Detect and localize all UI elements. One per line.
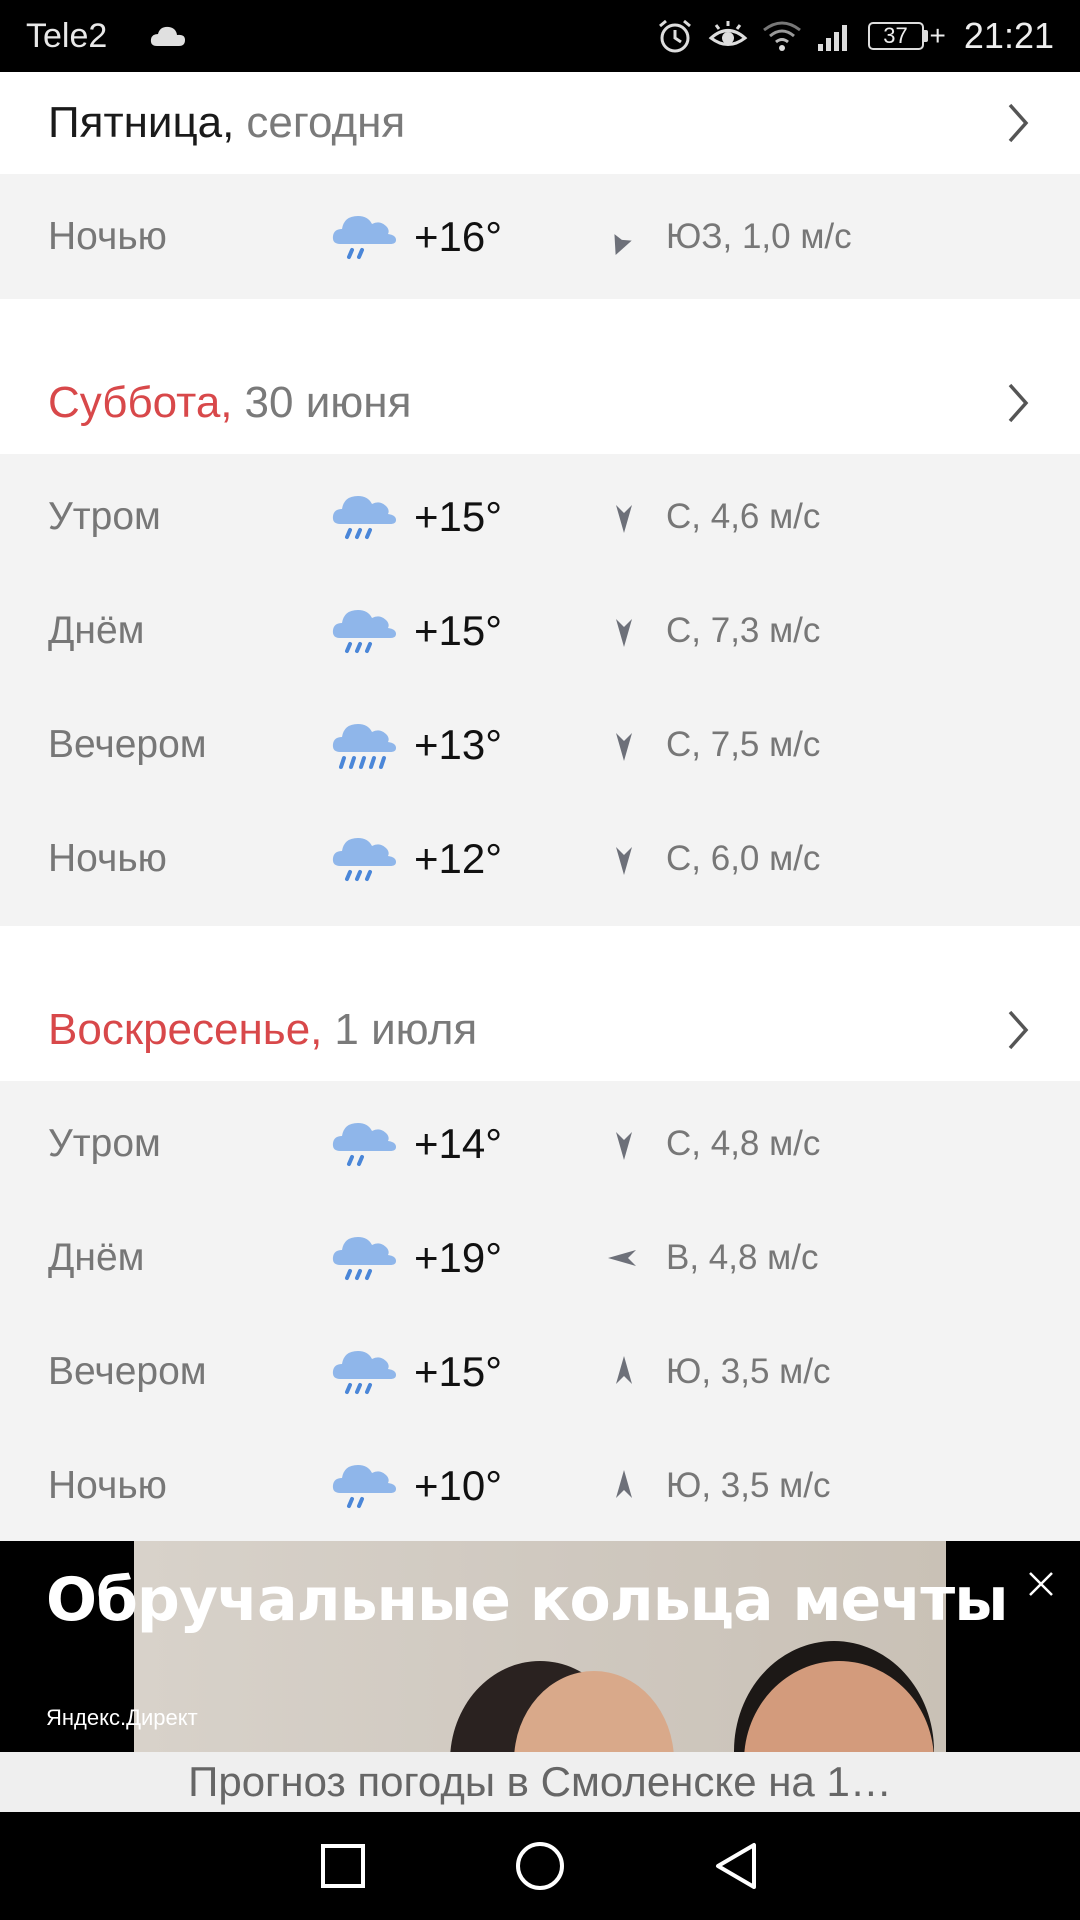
arrow-southwest-icon (614, 233, 632, 255)
period-label: Ночью (48, 214, 167, 258)
rain-cloud-icon (332, 610, 396, 653)
carrier-name: Tele2 (26, 16, 108, 55)
status-bar: Tele2 37 + 21:21 (0, 0, 1080, 72)
chevron-right-icon (1008, 103, 1029, 143)
temperature: +19° (414, 1234, 503, 1281)
period-label: Ночью (48, 1464, 167, 1507)
chevron-right-icon (1008, 1010, 1029, 1050)
temperature: +10° (414, 1462, 503, 1509)
period-row: Утром +15° С, 4,6 м/с (0, 460, 1080, 574)
arrow-left-icon (608, 1250, 636, 1266)
home-icon[interactable] (514, 1840, 566, 1892)
period-row: Ночью +10° Ю, 3,5 м/с (0, 1429, 1080, 1543)
temperature: +16° (414, 212, 503, 260)
period-label: Утром (48, 495, 161, 538)
period-label: Утром (48, 1122, 161, 1165)
temperature: +12° (414, 835, 503, 882)
temperature: +15° (414, 1348, 503, 1395)
wind-info: С, 4,8 м/с (666, 1124, 821, 1163)
period-label: Днём (48, 1236, 145, 1279)
rain-cloud-icon (332, 1351, 396, 1394)
ad-title: Обручальные кольца мечты (46, 1565, 1008, 1635)
rain-cloud-icon (332, 215, 396, 259)
chevron-right-icon (1008, 383, 1029, 423)
period-label: Вечером (48, 1350, 207, 1393)
temperature: +14° (414, 1120, 503, 1167)
wifi-icon (762, 21, 801, 51)
battery-indicator: 37 + (867, 20, 946, 52)
day-date: 30 июня (244, 378, 412, 427)
period-label: Днём (48, 609, 145, 652)
temperature: +15° (414, 607, 503, 654)
recents-icon[interactable] (320, 1843, 366, 1889)
wind-info: С, 4,6 м/с (666, 497, 821, 536)
wind-info: Ю, 3,5 м/с (666, 1466, 831, 1505)
battery-level: 37 (867, 22, 924, 50)
clock: 21:21 (963, 15, 1054, 56)
wind-info: ЮЗ, 1,0 м/с (666, 216, 852, 256)
day-header-sunday[interactable]: Воскресенье, 1 июля (0, 926, 1080, 1081)
day-header-saturday[interactable]: Суббота, 30 июня (0, 299, 1080, 454)
ad-source: Яндекс.Директ (46, 1705, 198, 1730)
rain-cloud-icon (332, 496, 396, 539)
forecast-list: Пятница, сегодня Ночью +16° ЮЗ, 1,0 м/с … (0, 72, 1080, 1553)
rain-cloud-icon (332, 1465, 396, 1508)
arrow-down-icon (616, 1132, 632, 1160)
wind-info: С, 7,5 м/с (666, 725, 821, 764)
navigation-bar (0, 1812, 1080, 1920)
period-label: Ночью (48, 837, 167, 880)
arrow-up-icon (616, 1356, 632, 1384)
period-row: Днём +19° В, 4,8 м/с (0, 1201, 1080, 1315)
signal-icon (817, 25, 847, 51)
arrow-down-icon (616, 847, 632, 875)
eye-comfort-icon (708, 21, 747, 46)
period-row: Вечером +13° С, 7,5 м/с (0, 688, 1080, 802)
alarm-icon (658, 19, 691, 53)
cloud-icon (151, 26, 186, 46)
rain-cloud-icon (332, 838, 396, 881)
charging-icon: + (929, 20, 946, 51)
day-header-friday[interactable]: Пятница, сегодня (0, 72, 1080, 174)
period-label: Вечером (48, 723, 207, 766)
wind-info: С, 7,3 м/с (666, 611, 821, 650)
period-row: Ночью +12° С, 6,0 м/с (0, 802, 1080, 916)
arrow-up-icon (616, 1470, 632, 1498)
temperature: +13° (414, 721, 503, 768)
wind-info: В, 4,8 м/с (666, 1238, 819, 1277)
day-date: 1 июля (334, 1005, 478, 1054)
arrow-down-icon (616, 505, 632, 533)
page-title-bar: Прогноз погоды в Смоленске на 1… (0, 1752, 1080, 1812)
rain-cloud-icon (332, 1123, 396, 1166)
day-periods: Утром +14° С, 4,8 м/с Днём +19° В, 4,8 м… (0, 1081, 1080, 1553)
period-row: Вечером +15° Ю, 3,5 м/с (0, 1315, 1080, 1429)
day-periods: Утром +15° С, 4,6 м/с Днём +15° С, 7,3 м… (0, 454, 1080, 926)
back-icon[interactable] (714, 1841, 760, 1891)
wind-info: С, 6,0 м/с (666, 839, 821, 878)
period-row: Днём +15° С, 7,3 м/с (0, 574, 1080, 688)
arrow-down-icon (616, 619, 632, 647)
period-row: Ночью +16° ЮЗ, 1,0 м/с (0, 174, 1080, 299)
wind-info: Ю, 3,5 м/с (666, 1352, 831, 1391)
temperature: +15° (414, 493, 503, 540)
arrow-down-icon (616, 733, 632, 761)
close-icon[interactable] (1028, 1571, 1054, 1597)
day-date: сегодня (246, 98, 406, 147)
day-periods: Ночью +16° ЮЗ, 1,0 м/с (0, 174, 1080, 299)
ad-banner[interactable]: Обручальные кольца мечты Яндекс.Директ (0, 1541, 1080, 1752)
rain-cloud-icon (332, 1237, 396, 1280)
heavy-rain-cloud-icon (332, 724, 396, 769)
period-row: Утром +14° С, 4,8 м/с (0, 1087, 1080, 1201)
day-name: Воскресенье, (48, 1005, 323, 1054)
day-name: Суббота, (48, 378, 233, 427)
page-title: Прогноз погоды в Смоленске на 1… (188, 1758, 892, 1805)
day-name: Пятница, (48, 98, 235, 147)
